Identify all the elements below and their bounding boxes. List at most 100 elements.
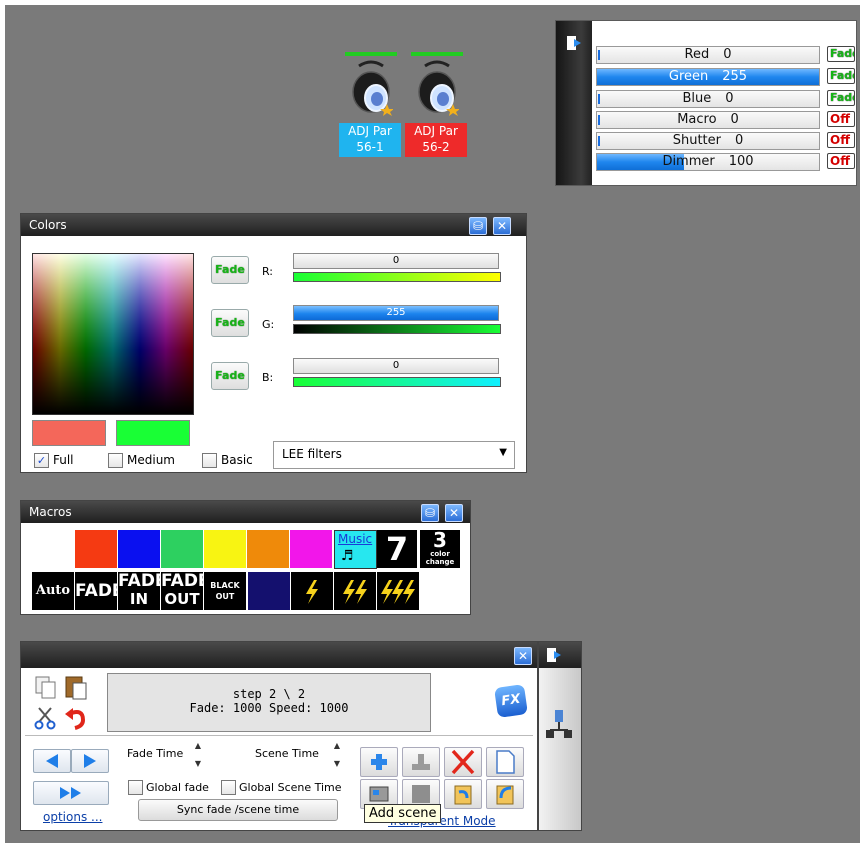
channel-level-fill bbox=[597, 69, 819, 85]
macro-color-7[interactable] bbox=[290, 530, 332, 568]
lock-icon[interactable]: ⛁ bbox=[469, 217, 487, 235]
macro-color-4[interactable] bbox=[161, 530, 203, 568]
color-picker-spectrum[interactable] bbox=[32, 253, 194, 415]
channel-value: 0 bbox=[735, 133, 744, 148]
cut-icon[interactable] bbox=[33, 704, 59, 730]
channel-label: Dimmer bbox=[662, 154, 715, 169]
macro-color-5[interactable] bbox=[204, 530, 246, 568]
green-fade-button[interactable]: Fade bbox=[211, 309, 249, 337]
delete-scene-button[interactable] bbox=[444, 747, 482, 777]
network-icon[interactable] bbox=[544, 708, 574, 744]
macro-dark-blue[interactable] bbox=[248, 572, 290, 610]
scene-time-label: Scene Time bbox=[255, 747, 319, 760]
red-fade-button[interactable]: Fade bbox=[211, 256, 249, 284]
import-icon bbox=[454, 785, 472, 805]
channel-red-slider[interactable]: Red 0 bbox=[596, 46, 820, 64]
channel-level-fill bbox=[598, 50, 600, 60]
insert-icon bbox=[412, 754, 430, 770]
macro-black-out[interactable]: BLACK OUT bbox=[204, 572, 246, 610]
global-scene-time-label: Global Scene Time bbox=[239, 781, 342, 794]
macro-color-1[interactable] bbox=[32, 530, 74, 568]
channel-dimmer-slider[interactable]: Dimmer 100 bbox=[596, 153, 820, 171]
channel-value: 0 bbox=[730, 112, 739, 127]
next-step-button[interactable] bbox=[71, 749, 109, 773]
close-icon[interactable]: ✕ bbox=[493, 217, 511, 235]
macro-seven[interactable]: 7 bbox=[377, 530, 417, 568]
filter-dropdown-value: LEE filters bbox=[282, 447, 342, 461]
colors-window-titlebar[interactable]: Colors ⛁ ✕ bbox=[21, 214, 526, 236]
blue-ramp bbox=[293, 377, 501, 387]
scene-window-titlebar[interactable]: ✕ bbox=[21, 642, 537, 668]
full-checkbox[interactable]: ✓ bbox=[34, 453, 49, 468]
channel-blue-fade-button[interactable]: Fade bbox=[827, 90, 855, 106]
macro-three-color-change[interactable]: 3 color change bbox=[420, 530, 460, 568]
macro-color-2[interactable] bbox=[75, 530, 117, 568]
export-scene-button[interactable] bbox=[486, 779, 524, 809]
close-icon[interactable]: ✕ bbox=[445, 504, 463, 522]
macro-fade-out[interactable]: FADE OUT bbox=[161, 572, 210, 610]
blue-fade-button[interactable]: Fade bbox=[211, 362, 249, 390]
options-link[interactable]: options ... bbox=[43, 810, 102, 824]
blue-slider[interactable]: 0 bbox=[293, 358, 499, 374]
macro-color-3[interactable] bbox=[118, 530, 160, 568]
add-scene-button[interactable] bbox=[360, 747, 398, 777]
channel-label: Macro bbox=[677, 112, 717, 127]
macro-color-6[interactable] bbox=[247, 530, 289, 568]
colors-window: Colors ⛁ ✕ ✓ Full Medium Basic LEE filte… bbox=[20, 213, 527, 473]
export-icon[interactable] bbox=[546, 647, 562, 663]
blue-label: B: bbox=[262, 371, 274, 384]
channel-macro-slider[interactable]: Macro 0 bbox=[596, 111, 820, 129]
paste-icon[interactable] bbox=[63, 673, 89, 701]
close-icon[interactable]: ✕ bbox=[514, 647, 532, 665]
channel-label: Shutter bbox=[672, 133, 721, 148]
medium-checkbox[interactable] bbox=[108, 453, 123, 468]
scene-time-spinner[interactable]: ▲ ▼ bbox=[331, 741, 343, 769]
full-label: Full bbox=[53, 453, 74, 467]
channel-shutter-slider[interactable]: Shutter 0 bbox=[596, 132, 820, 150]
red-ramp bbox=[293, 272, 501, 282]
copy-icon[interactable] bbox=[33, 675, 61, 701]
channel-green-slider[interactable]: Green 255 bbox=[596, 68, 820, 86]
medium-label: Medium bbox=[127, 453, 175, 467]
filter-dropdown[interactable]: LEE filters ▼ bbox=[273, 441, 515, 469]
channel-blue-slider[interactable]: Blue 0 bbox=[596, 90, 820, 108]
fast-forward-button[interactable] bbox=[33, 781, 109, 805]
macro-strobe-1[interactable] bbox=[291, 572, 333, 610]
channel-green-fade-button[interactable]: Fade bbox=[827, 68, 855, 84]
channel-dimmer-off-button[interactable]: Off bbox=[827, 153, 855, 169]
red-slider[interactable]: 0 bbox=[293, 253, 499, 269]
fade-time-spinner[interactable]: ▲ ▼ bbox=[192, 741, 204, 769]
lightning-icon bbox=[306, 580, 318, 604]
par-can-icon bbox=[352, 60, 393, 116]
channel-macro-off-button[interactable]: Off bbox=[827, 111, 855, 127]
macro-music[interactable]: Music ♬ bbox=[334, 530, 377, 569]
arrow-left-icon bbox=[46, 754, 58, 768]
macro-fade[interactable]: FADE bbox=[75, 572, 124, 610]
undo-icon[interactable] bbox=[63, 704, 89, 730]
lock-icon[interactable]: ⛁ bbox=[421, 504, 439, 522]
basic-checkbox[interactable] bbox=[202, 453, 217, 468]
macros-window-titlebar[interactable]: Macros ⛁ ✕ bbox=[21, 501, 470, 523]
macro-strobe-3[interactable] bbox=[377, 572, 419, 610]
delete-icon bbox=[451, 749, 475, 775]
macro-auto[interactable]: Auto bbox=[32, 572, 74, 610]
sync-fade-scene-time-button[interactable]: Sync fade /scene time bbox=[138, 799, 338, 821]
new-scene-button[interactable] bbox=[486, 747, 524, 777]
channel-shutter-off-button[interactable]: Off bbox=[827, 132, 855, 148]
previous-step-button[interactable] bbox=[33, 749, 71, 773]
insert-scene-button[interactable] bbox=[402, 747, 440, 777]
channel-level-fill bbox=[598, 136, 600, 146]
channel-level-fill bbox=[598, 115, 600, 125]
macro-fade-in[interactable]: FADE IN bbox=[118, 572, 167, 610]
channel-red-fade-button[interactable]: Fade bbox=[827, 46, 855, 62]
macro-strobe-2[interactable] bbox=[334, 572, 376, 610]
fixture-label: ADJ Par 56-1 bbox=[339, 123, 401, 157]
fixture-level-bar bbox=[345, 52, 397, 56]
export-icon[interactable] bbox=[566, 35, 582, 51]
divider bbox=[25, 735, 533, 736]
global-fade-checkbox[interactable] bbox=[128, 780, 143, 795]
fx-button[interactable]: FX bbox=[494, 684, 528, 718]
global-scene-time-checkbox[interactable] bbox=[221, 780, 236, 795]
import-scene-button[interactable] bbox=[444, 779, 482, 809]
green-slider[interactable]: 255 bbox=[293, 305, 499, 321]
